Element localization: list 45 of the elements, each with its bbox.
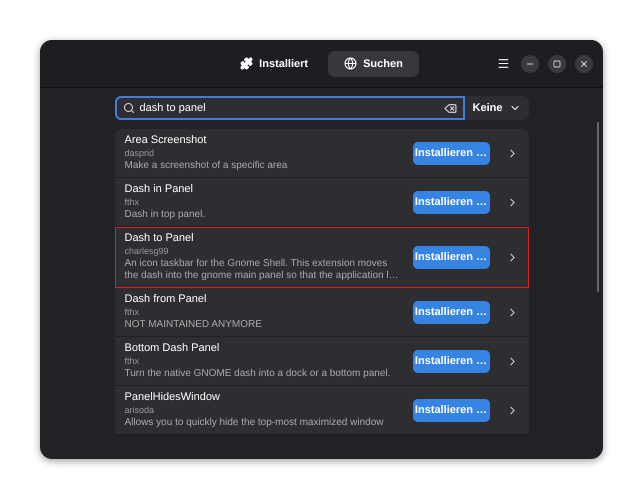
extension-name: PanelHidesWindow xyxy=(124,391,221,403)
extension-author: fthx xyxy=(124,356,140,366)
extension-description: Allows you to quickly hide the top-most maximized window xyxy=(124,417,384,429)
extension-description: Make a screenshot of a specific area xyxy=(124,160,288,172)
close-icon xyxy=(579,58,589,68)
maximize-button[interactable] xyxy=(548,54,566,72)
install-button[interactable]: Installieren … xyxy=(412,246,490,268)
extension-author: arisoda xyxy=(124,405,156,415)
extension-name: Dash from Panel xyxy=(124,293,208,305)
extension-author: charlesg99 xyxy=(124,246,170,256)
extension-author: fthx xyxy=(124,197,140,207)
extension-description: Dash in top panel. xyxy=(124,209,206,221)
view-tab[interactable]: Suchen xyxy=(328,50,419,76)
extension-name: Bottom Dash Panel xyxy=(124,342,220,354)
search-field[interactable]: dash to panel xyxy=(114,96,465,120)
extension-name: Area Screenshot xyxy=(124,134,208,146)
puzzle-icon xyxy=(240,57,254,70)
view-tab[interactable]: Installiert xyxy=(224,50,324,76)
extension-row[interactable]: Dash in Panel fthx Dash in top panel. Installieren … xyxy=(114,178,528,227)
install-button[interactable]: Installieren … xyxy=(412,398,490,422)
minimize-button[interactable] xyxy=(521,54,539,72)
extension-description: NOT MAINTAINED ANYMORE xyxy=(124,319,263,331)
extension-author: fthx xyxy=(124,307,140,317)
extension-description: Turn the native GNOME dash into a dock or a bottom panel. xyxy=(124,368,392,380)
extension-row[interactable]: Dash to Panel charlesg99 An icon taskbar for the Gnome Shell. This extension moves the dash into the gnome main panel so that the application l… Installieren … xyxy=(114,227,528,288)
extension-name: Dash in Panel xyxy=(124,183,194,195)
install-button[interactable]: Installieren … xyxy=(412,142,490,164)
close-button[interactable] xyxy=(575,54,593,72)
maximize-icon xyxy=(553,60,561,68)
extension-row[interactable]: Area Screenshot dasprid Make a screenshot of a specific area Installieren … xyxy=(114,129,528,178)
install-button[interactable]: Installieren … xyxy=(412,350,490,372)
extension-description: An icon taskbar for the Gnome Shell. This extension moves the dash into the gnome main panel so that the application l… xyxy=(124,258,400,282)
filter-dropdown[interactable]: Keine xyxy=(464,96,528,120)
extension-row[interactable]: PanelHidesWindow arisoda Allows you to quickly hide the top-most maximized window Installieren … xyxy=(114,386,528,435)
extension-row[interactable]: Dash from Panel fthx NOT MAINTAINED ANYMORE Installieren … xyxy=(114,288,528,337)
scrollbar[interactable] xyxy=(597,122,599,292)
extension-name: Dash to Panel xyxy=(124,232,195,244)
search-icon xyxy=(122,102,134,114)
search-input[interactable]: dash to panel xyxy=(140,102,439,114)
extension-row[interactable]: Bottom Dash Panel fthx Turn the native GNOME dash into a dock or a bottom panel. Installieren … xyxy=(114,337,528,386)
install-button[interactable]: Installieren … xyxy=(412,190,490,214)
clear-icon[interactable] xyxy=(444,102,457,114)
extension-author: dasprid xyxy=(124,148,156,158)
globe-icon xyxy=(344,57,358,70)
install-button[interactable]: Installieren … xyxy=(412,300,490,324)
